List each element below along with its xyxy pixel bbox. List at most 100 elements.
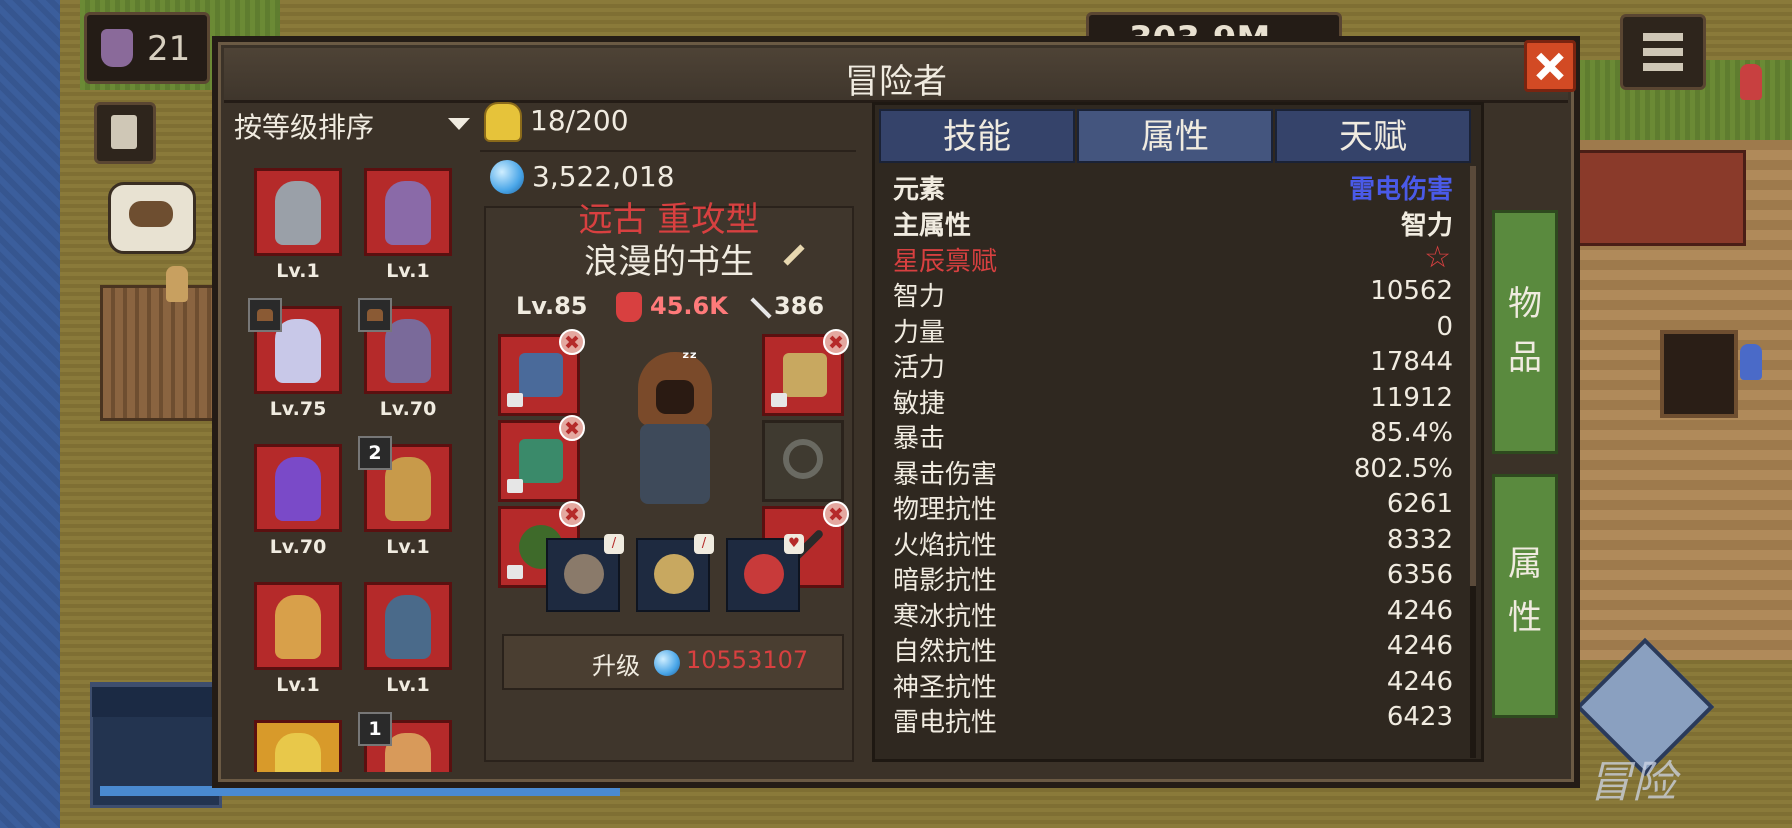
hero-roster-icon [484, 102, 522, 142]
attr-row: 雷电抗性 6423 [893, 702, 1461, 738]
attr-value: 6261 [1386, 489, 1453, 519]
attribute-tabs: 技能 属性 天赋 [879, 109, 1479, 167]
staff-icon [519, 353, 563, 397]
npc-speech-bubble[interactable] [108, 182, 196, 254]
tab-skills[interactable]: 技能 [879, 109, 1075, 163]
hero-level: Lv.1 [386, 674, 430, 696]
hero-weapon-stat: 386 [774, 292, 825, 320]
attr-name: 活力 [893, 353, 946, 383]
house-window [1660, 330, 1738, 418]
hero-card[interactable] [246, 712, 356, 772]
skill-icon [654, 554, 694, 594]
lock-icon [771, 393, 787, 407]
attr-name: 暴击伤害 [893, 459, 998, 490]
lock-icon [507, 565, 523, 579]
weapon-icon [750, 297, 772, 319]
hero-card[interactable]: Lv.75 [246, 298, 356, 428]
upgrade-label: 升级 [592, 652, 640, 680]
hero-level: Lv.1 [276, 260, 320, 282]
attr-value: 4246 [1386, 666, 1453, 697]
hat-icon [129, 201, 173, 227]
hero-portrait [254, 168, 342, 256]
hero-portrait [254, 444, 342, 532]
hero-card[interactable]: Lv.1 [246, 160, 356, 290]
hero-card[interactable]: Lv.70 [246, 436, 356, 566]
tab-talents[interactable]: 天赋 [1275, 109, 1471, 163]
attr-value: 4246 [1386, 595, 1453, 626]
hero-list[interactable]: Lv.1 Lv.1 Lv.75 Lv.70 Lv.70 2 Lv.1 Lv.1 … [230, 160, 470, 772]
hero-count-badge: 2 [358, 436, 392, 470]
equip-slot-offhand[interactable] [762, 329, 849, 416]
attr-row: 敏捷 11912 [893, 382, 1461, 419]
hero-portrait [254, 582, 342, 670]
star-icon[interactable]: ☆ [1424, 243, 1451, 273]
sort-dropdown[interactable]: 按等级排序 [230, 100, 470, 146]
attributes-button-label: 属性 [1508, 544, 1542, 638]
hero-card[interactable]: Lv.1 [356, 574, 466, 704]
unequip-icon[interactable] [823, 501, 849, 527]
npc-villager[interactable] [1740, 64, 1762, 100]
quest-log-button[interactable] [94, 102, 156, 164]
hero-portrait [254, 720, 342, 772]
attr-name: 智力 [893, 282, 946, 312]
skill-slot[interactable]: ♥ [726, 534, 804, 612]
attr-row: 暴击伤害 802.5% [893, 454, 1461, 490]
hero-sprite [618, 344, 730, 514]
items-button-label: 物品 [1508, 284, 1542, 378]
adventure-button[interactable]: 冒险 [1575, 628, 1715, 808]
equip-slot-ring-empty[interactable] [762, 420, 844, 502]
divider [480, 150, 856, 152]
unequip-icon[interactable] [823, 329, 849, 355]
attr-name: 主属性 [893, 211, 972, 241]
skill-slot[interactable]: / [636, 534, 714, 612]
hero-level: Lv.1 [386, 536, 430, 558]
attribute-list[interactable]: 元素 雷电伤害 主属性 智力 星辰禀赋 ☆ 智力 10562 力量 0 活力 1784… [893, 169, 1461, 751]
attr-row: 火焰抗性 8332 [893, 524, 1461, 561]
attributes-button[interactable]: 属性 [1492, 474, 1558, 718]
attr-value: 8332 [1386, 524, 1453, 555]
unequip-icon[interactable] [559, 329, 585, 355]
skill-icon [564, 554, 604, 594]
attr-value: 雷电伤害 [1348, 175, 1453, 205]
attr-value: 11912 [1370, 382, 1453, 413]
sort-label: 按等级排序 [234, 111, 375, 144]
unequip-icon[interactable] [559, 415, 585, 441]
hero-card[interactable]: Lv.1 [356, 160, 466, 290]
unequip-icon[interactable] [559, 501, 585, 527]
heart-icon: ♥ [784, 534, 804, 554]
dock [100, 285, 226, 421]
hero-card[interactable]: 2 Lv.1 [356, 436, 466, 566]
npc-villager[interactable] [1740, 344, 1762, 380]
attr-row: 物理抗性 6261 [893, 489, 1461, 525]
hero-card[interactable]: Lv.70 [356, 298, 466, 428]
attr-row-star-talent[interactable]: 星辰禀赋 ☆ [893, 241, 1461, 278]
main-menu-button[interactable] [1620, 14, 1706, 90]
attr-row-element: 元素 雷电伤害 [893, 169, 1461, 205]
hero-portrait [364, 582, 452, 670]
attr-name: 暴击 [893, 424, 946, 454]
attr-row: 暗影抗性 6356 [893, 560, 1461, 596]
attr-value: 智力 [1400, 211, 1453, 241]
npc-villager[interactable] [166, 266, 188, 302]
attr-value: 85.4% [1370, 418, 1453, 448]
gold-icon [101, 29, 133, 67]
upgrade-button[interactable]: 升级 10553107 [502, 634, 844, 690]
hero-name[interactable]: 浪漫的书生 [486, 234, 852, 283]
hero-card[interactable]: 1 [356, 712, 466, 772]
hero-level: Lv.85 [516, 292, 588, 320]
tab-attributes[interactable]: 属性 [1077, 109, 1273, 163]
skill-slot[interactable]: / [546, 534, 624, 612]
attr-row: 暴击 85.4% [893, 418, 1461, 454]
equip-slot-armor[interactable] [498, 415, 585, 502]
close-button[interactable] [1524, 40, 1576, 92]
hero-card[interactable]: Lv.1 [246, 574, 356, 704]
hero-detail-card: 远古 重攻型 浪漫的书生 Lv.85 45.6K 386 ᶻᶻ / / ♥ 升级… [484, 200, 854, 762]
attribute-scrollbar[interactable] [1470, 166, 1476, 758]
attr-row: 智力 10562 [893, 276, 1461, 312]
scrollbar-thumb[interactable] [1470, 166, 1476, 586]
items-button[interactable]: 物品 [1492, 210, 1558, 454]
crystal-value: 3,522,018 [532, 160, 675, 193]
crystal-icon [654, 650, 680, 676]
equip-slot-weapon[interactable] [498, 329, 585, 416]
attr-row: 力量 0 [893, 312, 1461, 348]
